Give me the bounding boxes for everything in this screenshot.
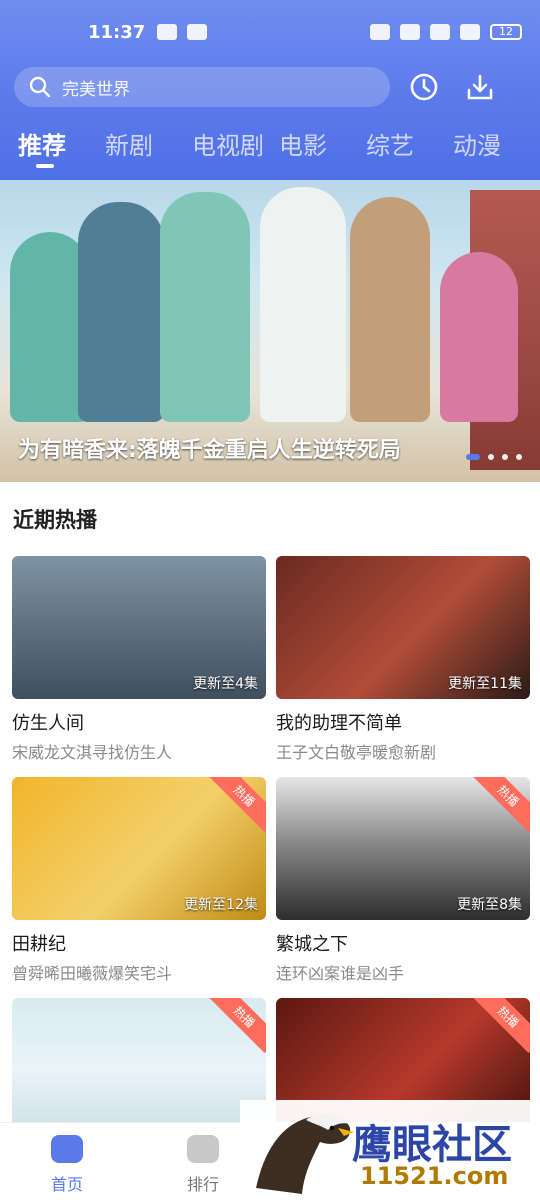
update-status: 更新至12集 [184, 897, 258, 913]
section-title: 近期热播 [13, 508, 97, 532]
hero-figure [78, 202, 164, 422]
show-desc: 王子文白敬亭暖愈新剧 [276, 743, 437, 762]
show-thumbnail: 热播 更新至8集 [276, 777, 530, 920]
carousel-dot [488, 454, 494, 460]
hot-badge: 热播 [471, 998, 530, 1054]
download-button[interactable] [458, 65, 502, 109]
carousel-dot [516, 454, 522, 460]
update-status: 更新至4集 [193, 676, 258, 692]
hero-figure [260, 187, 346, 422]
show-card[interactable]: 热播 更新至12集 田耕纪 曾舜晞田曦薇爆笑宅斗 [12, 777, 266, 998]
hot-badge: 热播 [471, 777, 530, 833]
nfc-icon [370, 24, 390, 40]
show-thumbnail: 热播 [12, 998, 266, 1141]
search-row: 完美世界 [0, 64, 540, 110]
watermark: 鹰眼社区 11521.com [240, 1100, 540, 1200]
network-speed-icon [400, 24, 420, 40]
status-app-icons [157, 24, 208, 40]
show-thumbnail: 更新至4集 [12, 556, 266, 699]
tab-recommend[interactable]: 推荐 [18, 126, 105, 180]
top-header: 11:37 12 完美世界 推荐 新剧 电视剧 电影 综艺 动漫 [0, 0, 540, 180]
home-icon [51, 1135, 83, 1163]
battery-icon: 12 [490, 24, 522, 40]
show-thumbnail: 更新至11集 [276, 556, 530, 699]
tab-anime[interactable]: 动漫 [453, 126, 540, 180]
ranking-icon [187, 1135, 219, 1163]
hot-badge: 热播 [207, 998, 266, 1054]
update-status: 更新至8集 [457, 897, 522, 913]
search-placeholder: 完美世界 [62, 79, 130, 100]
show-desc: 连环凶案谁是凶手 [276, 964, 405, 983]
show-card[interactable]: 热播 更新至8集 繁城之下 连环凶案谁是凶手 [276, 777, 530, 998]
show-title: 田耕纪 [12, 934, 66, 955]
carousel-dot-active [466, 454, 480, 460]
show-desc: 宋威龙文淇寻找仿生人 [12, 743, 173, 762]
nav-home[interactable]: 首页 [22, 1129, 112, 1195]
tab-new-series[interactable]: 新剧 [105, 126, 192, 180]
category-tabs: 推荐 新剧 电视剧 电影 综艺 动漫 [0, 110, 540, 180]
tab-movie[interactable]: 电影 [279, 126, 366, 180]
watermark-sub: 11521.com [360, 1162, 509, 1190]
update-status: 更新至11集 [448, 676, 522, 692]
hero-figure [440, 252, 518, 422]
carousel-dots [466, 454, 522, 460]
download-icon [467, 74, 493, 100]
hero-figure [350, 197, 430, 422]
signal-icon [460, 24, 480, 40]
show-desc: 曾舜晞田曦薇爆笑宅斗 [12, 964, 173, 983]
tab-tv[interactable]: 电视剧 [192, 126, 279, 180]
hero-banner[interactable]: 为有暗香来:落魄千金重启人生逆转死局 [0, 180, 540, 482]
tab-variety[interactable]: 综艺 [366, 126, 453, 180]
hot-badge: 热播 [207, 777, 266, 833]
history-button[interactable] [402, 65, 446, 109]
history-icon [410, 73, 438, 101]
show-card[interactable]: 更新至11集 我的助理不简单 王子文白敬亭暖愈新剧 [276, 556, 530, 777]
hd-icon [430, 24, 450, 40]
show-title: 仿生人间 [12, 713, 84, 734]
eagle-icon [256, 1114, 354, 1194]
nav-ranking[interactable]: 排行 [158, 1129, 248, 1195]
show-card[interactable]: 更新至4集 仿生人间 宋威龙文淇寻找仿生人 [12, 556, 266, 777]
status-right: 12 [370, 24, 522, 40]
search-icon [29, 76, 51, 98]
search-input[interactable]: 完美世界 [14, 67, 390, 107]
bird-notification-icon [187, 24, 208, 40]
nav-ranking-label: 排行 [186, 1175, 219, 1194]
carousel-dot [502, 454, 508, 460]
status-bar: 11:37 12 [0, 0, 540, 64]
show-title: 繁城之下 [276, 934, 348, 955]
show-thumbnail: 热播 更新至12集 [12, 777, 266, 920]
app-notification-icon [157, 24, 178, 40]
show-title: 我的助理不简单 [276, 713, 402, 734]
status-time: 11:37 [88, 21, 146, 43]
hero-figure [160, 192, 250, 422]
nav-home-label: 首页 [50, 1175, 83, 1194]
hero-title: 为有暗香来:落魄千金重启人生逆转死局 [18, 438, 401, 463]
